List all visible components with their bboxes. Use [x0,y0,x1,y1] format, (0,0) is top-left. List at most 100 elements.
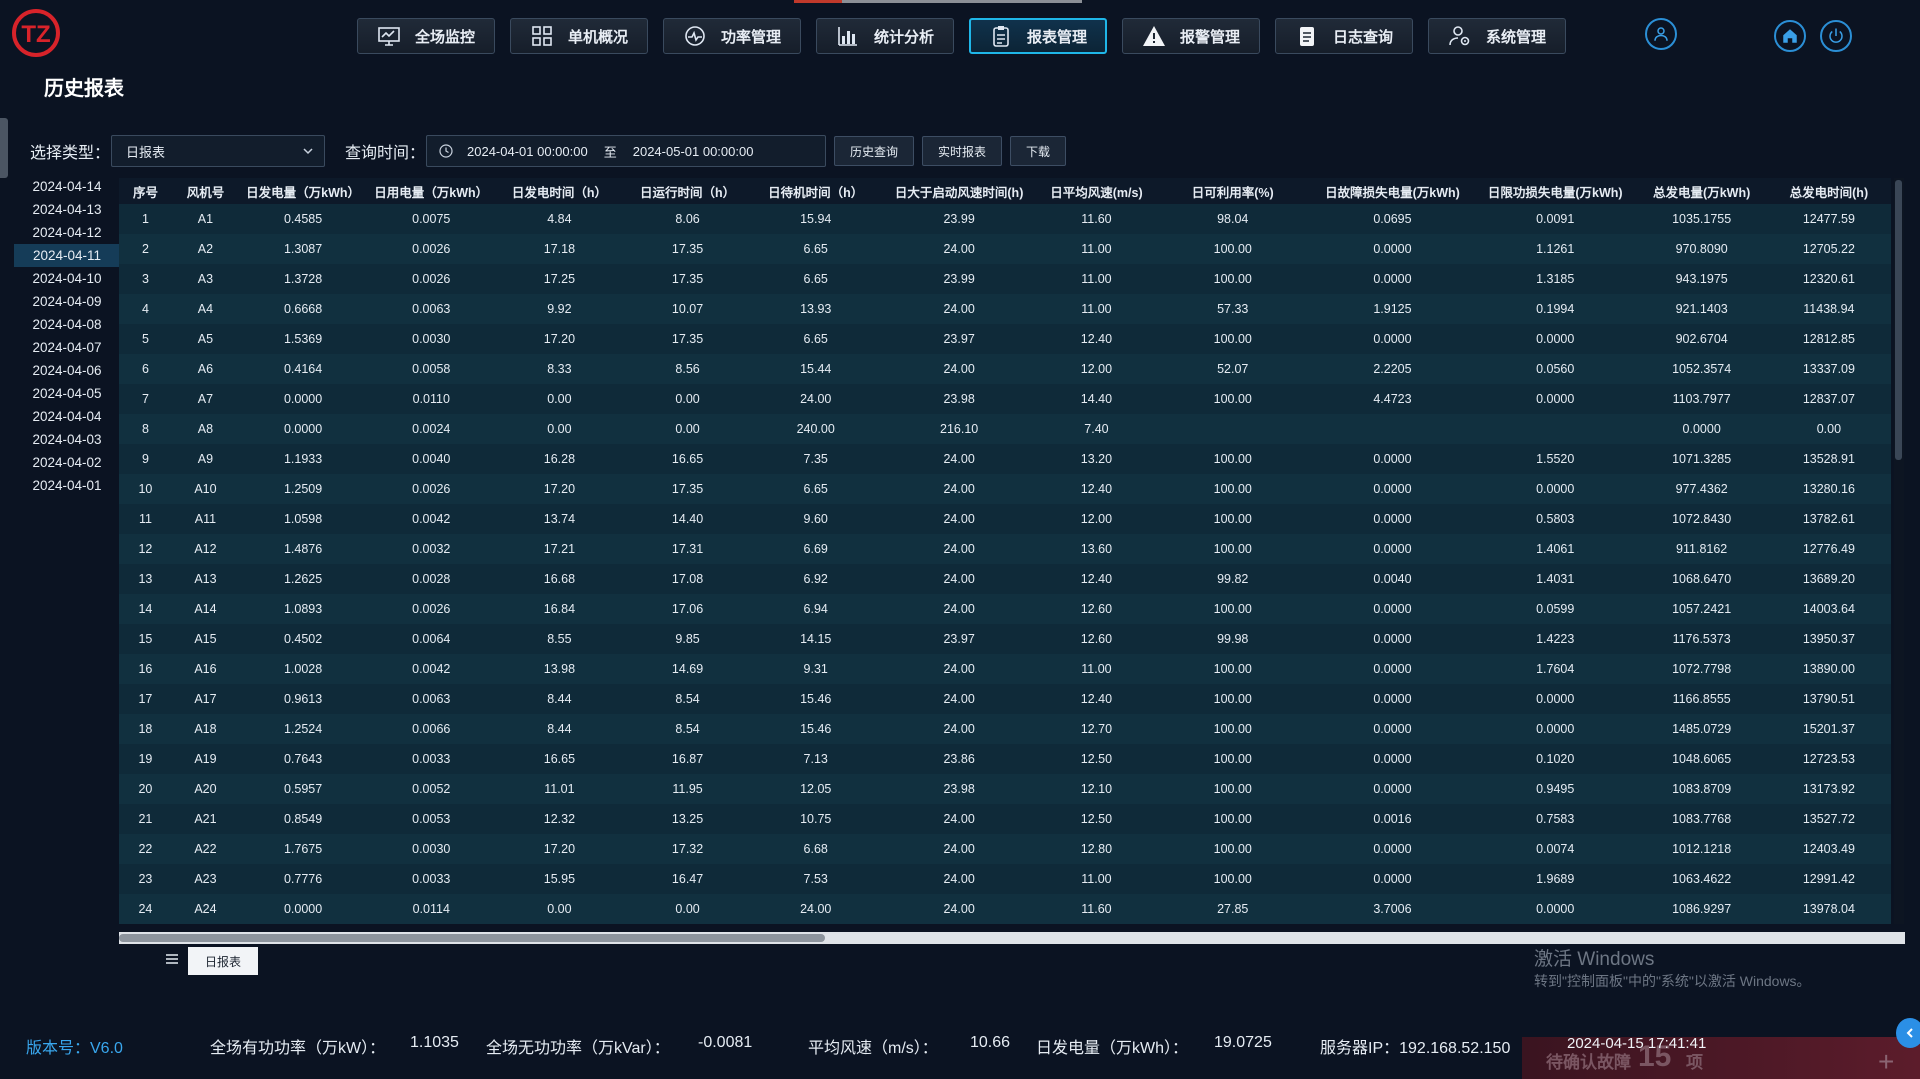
table-row[interactable]: 4 A4 0.6668 0.0063 9.92 10.07 13.93 24.00 11.00 5… [119,294,1891,324]
date-list-item[interactable]: 2024-04-14 [14,175,120,198]
table-cell: 6 [119,354,172,384]
table-row[interactable]: 16 A16 1.0028 0.0042 13.98 14.69 9.31 24.00 11.0… [119,654,1891,684]
table-row[interactable]: 21 A21 0.8549 0.0053 12.32 13.25 10.75 24.00 12.… [119,804,1891,834]
date-list-item[interactable]: 2024-04-12 [14,221,120,244]
table-cell: 13.20 [1038,444,1155,474]
column-header: 日限功损失电量(万kWh) [1473,178,1637,204]
sheet-tab-daily[interactable]: 日报表 [188,947,258,975]
nav-unit-overview[interactable]: 单机概况 [510,18,648,54]
user-icon [1654,27,1668,41]
date-list-item[interactable]: 2024-04-07 [14,336,120,359]
table-cell: A15 [171,624,240,654]
table-cell: 0.0000 [1311,774,1474,804]
nav-power-management[interactable]: 功率管理 [663,18,801,54]
power-button[interactable] [1820,20,1852,52]
date-list-item[interactable]: 2024-04-02 [14,451,120,474]
table-cell: 1166.8555 [1636,684,1767,714]
history-query-button[interactable]: 历史查询 [834,136,914,166]
date-list-item[interactable]: 2024-04-03 [14,428,120,451]
table-row[interactable]: 10 A10 1.2509 0.0026 17.20 17.35 6.65 24.00 12.4… [119,474,1891,504]
table-row[interactable]: 1 A1 0.4585 0.0075 4.84 8.06 15.94 23.99 11.60 98… [119,204,1891,234]
table-cell: 12723.53 [1766,744,1891,774]
table-row[interactable]: 23 A23 0.7776 0.0033 15.95 16.47 7.53 24.00 11.0… [119,864,1891,894]
table-row[interactable]: 3 A3 1.3728 0.0026 17.25 17.35 6.65 23.99 11.00 1… [119,264,1891,294]
table-row[interactable]: 12 A12 1.4876 0.0032 17.21 17.31 6.69 24.00 13.6… [119,534,1891,564]
download-button[interactable]: 下载 [1010,136,1066,166]
table-cell: 0.0016 [1311,804,1474,834]
version-label: 版本号：V6.0 [26,1040,123,1057]
table-cell: 10.75 [751,804,880,834]
table-row[interactable]: 24 A24 0.0000 0.0114 0.00 0.00 24.00 24.00 11.60… [119,894,1891,924]
table-cell: 1.3185 [1473,264,1637,294]
user-account-button[interactable] [1645,18,1677,50]
table-row[interactable]: 13 A13 1.2625 0.0028 16.68 17.08 6.92 24.00 12.4… [119,564,1891,594]
table-cell: 1.5520 [1473,444,1637,474]
table-row[interactable]: 14 A14 1.0893 0.0026 16.84 17.06 6.94 24.00 12.6… [119,594,1891,624]
table-cell: 0.0040 [1311,564,1474,594]
horizontal-scroll-thumb[interactable] [119,934,825,942]
table-row[interactable]: 8 A8 0.0000 0.0024 0.00 0.00 240.00 216.10 7.40 0… [119,414,1891,444]
date-list-item[interactable]: 2024-04-13 [14,198,120,221]
nav-label: 全场监控 [414,28,475,46]
date-list-item[interactable]: 2024-04-05 [14,382,120,405]
table-row[interactable]: 15 A15 0.4502 0.0064 8.55 9.85 14.15 23.97 12.60… [119,624,1891,654]
date-list-item[interactable]: 2024-04-10 [14,267,120,290]
table-row[interactable]: 18 A18 1.2524 0.0066 8.44 8.54 15.46 24.00 12.70… [119,714,1891,744]
nav-report-management[interactable]: 报表管理 [969,18,1107,54]
side-panel-toggle[interactable] [1896,1018,1920,1048]
table-cell: 1.2524 [239,714,368,744]
table-cell: A7 [171,384,240,414]
table-cell: A11 [171,504,240,534]
table-row[interactable]: 22 A22 1.7675 0.0030 17.20 17.32 6.68 24.00 12.8… [119,834,1891,864]
sheet-menu-icon[interactable] [165,952,179,966]
table-cell: 1.1933 [239,444,368,474]
table-cell: 0.0110 [367,384,496,414]
table-row[interactable]: 6 A6 0.4164 0.0058 8.33 8.56 15.44 24.00 12.00 52… [119,354,1891,384]
table-row[interactable]: 19 A19 0.7643 0.0033 16.65 16.87 7.13 23.86 12.5… [119,744,1891,774]
end-date[interactable]: 2024-05-01 00:00:00 [633,144,754,159]
table-cell: 12.60 [1038,624,1155,654]
report-type-select[interactable]: 日报表 [111,135,325,167]
table-cell: 1068.6470 [1636,564,1767,594]
table-row[interactable]: 20 A20 0.5957 0.0052 11.01 11.95 12.05 23.98 12.… [119,774,1891,804]
nav-site-monitor[interactable]: 全场监控 [357,18,495,54]
table-cell: 921.1403 [1636,294,1767,324]
table-cell: 13782.61 [1766,504,1891,534]
plus-icon[interactable]: + [1878,1046,1894,1078]
nav-system-management[interactable]: 系统管理 [1428,18,1566,54]
table-row[interactable]: 17 A17 0.9613 0.0063 8.44 8.54 15.46 24.00 12.40… [119,684,1891,714]
date-list-item[interactable]: 2024-04-08 [14,313,120,336]
table-cell: 0.0000 [1311,624,1474,654]
table-row[interactable]: 9 A9 1.1933 0.0040 16.28 16.65 7.35 24.00 13.20 1… [119,444,1891,474]
table-row[interactable]: 11 A11 1.0598 0.0042 13.74 14.40 9.60 24.00 12.0… [119,504,1891,534]
table-cell: 7 [119,384,172,414]
table-cell: 0.00 [495,414,624,444]
table-cell: 20 [119,774,172,804]
realtime-report-button[interactable]: 实时报表 [922,136,1002,166]
date-list-item[interactable]: 2024-04-04 [14,405,120,428]
date-list-item[interactable]: 2024-04-01 [14,474,120,497]
date-range-picker[interactable]: 2024-04-01 00:00:00 至 2024-05-01 00:00:0… [426,135,826,167]
table-cell: 11.00 [1038,294,1155,324]
nav-alarm-management[interactable]: 报警管理 [1122,18,1260,54]
top-bar: TZ 全场监控 单机概况 功率管理 统计分析 报表管理 报警管理 日志查询 系统… [0,0,1920,70]
table-cell: 17.31 [623,534,752,564]
horizontal-scrollbar[interactable] [119,932,1905,944]
nav-log-query[interactable]: 日志查询 [1275,18,1413,54]
table-row[interactable]: 7 A7 0.0000 0.0110 0.00 0.00 24.00 23.98 14.40 10… [119,384,1891,414]
start-date[interactable]: 2024-04-01 00:00:00 [467,144,588,159]
table-cell: 8.44 [495,714,624,744]
vertical-scrollbar[interactable] [1894,178,1904,924]
date-list-item[interactable]: 2024-04-09 [14,290,120,313]
vertical-scroll-thumb[interactable] [1895,180,1902,460]
table-cell [1473,414,1637,444]
date-list-item[interactable]: 2024-04-11 [14,244,120,267]
current-datetime: 2024-04-15 17:41:41 [1567,1035,1707,1052]
table-row[interactable]: 2 A2 1.3087 0.0026 17.18 17.35 6.65 24.00 11.00 1… [119,234,1891,264]
date-list-item[interactable]: 2024-04-06 [14,359,120,382]
home-button[interactable] [1774,20,1806,52]
table-cell: 100.00 [1154,744,1312,774]
left-edge-handle[interactable] [0,118,8,178]
nav-statistics[interactable]: 统计分析 [816,18,954,54]
table-row[interactable]: 5 A5 1.5369 0.0030 17.20 17.35 6.65 23.97 12.40 1… [119,324,1891,354]
